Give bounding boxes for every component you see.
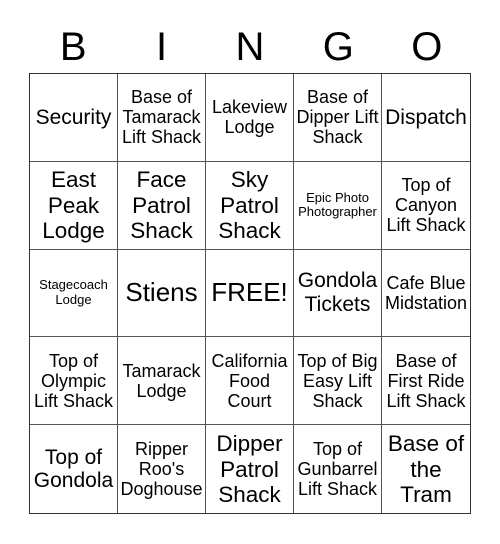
bingo-cell[interactable]: East Peak Lodge	[30, 161, 118, 250]
bingo-cell[interactable]: Stiens	[118, 249, 206, 338]
bingo-cell[interactable]: Base of the Tram	[382, 425, 470, 513]
bingo-cell[interactable]: Dispatch	[382, 74, 470, 162]
bingo-cell[interactable]: Ripper Roo's Doghouse	[118, 425, 206, 513]
bingo-cell[interactable]: California Food Court	[206, 337, 294, 426]
bingo-cell[interactable]: Stagecoach Lodge	[30, 249, 118, 338]
header-letter-i: I	[156, 25, 168, 69]
header-letter-n: N	[235, 25, 265, 69]
bingo-cell[interactable]: Security	[30, 74, 118, 162]
bingo-cell[interactable]: Face Patrol Shack	[118, 161, 206, 250]
bingo-cell[interactable]: Sky Patrol Shack	[206, 161, 294, 250]
header-letter-o: O	[411, 25, 443, 69]
bingo-cell[interactable]: Base of First Ride Lift Shack	[382, 337, 470, 426]
bingo-header: B I N G O	[29, 22, 471, 72]
bingo-cell[interactable]: Base of Dipper Lift Shack	[294, 74, 382, 162]
bingo-cell[interactable]: Top of Gondola	[30, 425, 118, 513]
free-space-cell[interactable]: FREE!	[206, 249, 294, 338]
header-letter-b: B	[59, 25, 87, 69]
bingo-cell[interactable]: Base of Tamarack Lift Shack	[118, 74, 206, 162]
bingo-cell[interactable]: Top of Olympic Lift Shack	[30, 337, 118, 426]
bingo-cell[interactable]: Tamarack Lodge	[118, 337, 206, 426]
bingo-cell[interactable]: Lakeview Lodge	[206, 74, 294, 162]
bingo-cell[interactable]: Dipper Patrol Shack	[206, 425, 294, 513]
header-letter-g: G	[322, 25, 354, 69]
bingo-grid: Security Base of Tamarack Lift Shack Lak…	[29, 73, 471, 514]
bingo-cell[interactable]: Top of Big Easy Lift Shack	[294, 337, 382, 426]
bingo-cell[interactable]: Top of Canyon Lift Shack	[382, 162, 470, 250]
bingo-cell[interactable]: Gondola Tickets	[294, 249, 382, 338]
bingo-cell[interactable]: Epic Photo Photographer	[294, 161, 382, 250]
bingo-cell[interactable]: Top of Gunbarrel Lift Shack	[294, 425, 382, 513]
bingo-cell[interactable]: Cafe Blue Midstation	[382, 250, 470, 338]
